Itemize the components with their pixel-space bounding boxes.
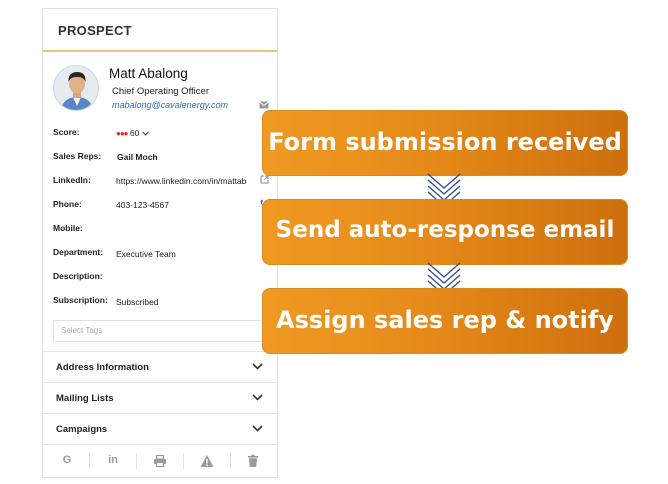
score-dots: ●●● bbox=[116, 129, 128, 138]
section-mailing-lists[interactable]: Mailing Lists bbox=[43, 382, 277, 413]
step-label: Assign sales rep & notify bbox=[276, 306, 614, 334]
chevron-down-icon bbox=[141, 131, 149, 136]
subscription-row: Subscription: Subscribed bbox=[53, 295, 273, 309]
mobile-row: Mobile: bbox=[53, 223, 273, 237]
mobile-label: Mobile: bbox=[53, 223, 83, 233]
score-value-group[interactable]: ●●● 60 bbox=[116, 128, 149, 138]
external-link-icon[interactable] bbox=[260, 175, 269, 184]
mail-icon[interactable] bbox=[259, 101, 269, 109]
score-row: Score: ●●● 60 bbox=[53, 127, 273, 141]
action-bar: G in bbox=[43, 444, 277, 478]
warning-icon[interactable] bbox=[200, 454, 214, 468]
divider bbox=[230, 453, 231, 469]
chevron-down-icon bbox=[252, 363, 263, 370]
prospect-name: Matt Abalong bbox=[109, 66, 188, 81]
divider bbox=[89, 453, 90, 469]
prospect-job-title: Chief Operating Officer bbox=[112, 86, 209, 97]
workflow-step-assign-rep: Assign sales rep & notify bbox=[262, 288, 628, 354]
description-row: Description: bbox=[53, 271, 273, 285]
linkedin-value[interactable]: https://www.linkedin.com/in/mattab bbox=[116, 176, 261, 186]
sales-reps-value[interactable]: Gail Moch bbox=[117, 152, 158, 162]
phone-label: Phone: bbox=[53, 199, 82, 209]
step-label: Form submission received bbox=[268, 128, 622, 156]
google-icon[interactable]: G bbox=[60, 454, 74, 468]
section-label: Mailing Lists bbox=[56, 393, 114, 404]
subscription-label: Subscription: bbox=[53, 295, 108, 305]
step-label: Send auto-response email bbox=[275, 217, 615, 243]
linkedin-label: LinkedIn: bbox=[53, 175, 91, 185]
divider bbox=[136, 453, 137, 469]
section-label: Campaigns bbox=[56, 424, 108, 435]
linkedin-icon[interactable]: in bbox=[106, 454, 120, 468]
section-campaigns[interactable]: Campaigns bbox=[43, 413, 277, 444]
description-label: Description: bbox=[53, 271, 103, 281]
print-icon[interactable] bbox=[153, 454, 167, 468]
prospect-email-link[interactable]: mabalong@cavalenergy.com bbox=[112, 100, 228, 110]
chevron-down-icon bbox=[252, 425, 263, 432]
department-row: Department: Executive Team bbox=[53, 247, 273, 261]
section-label: Address Information bbox=[56, 362, 149, 373]
score-label: Score: bbox=[53, 127, 80, 137]
avatar[interactable] bbox=[53, 65, 99, 111]
prospect-card: PROSPECT Matt Abalong Chief Operating Of… bbox=[42, 8, 278, 478]
card-title: PROSPECT bbox=[58, 23, 132, 38]
phone-value[interactable]: 403-123-4567 bbox=[116, 200, 169, 210]
profile-summary: Matt Abalong Chief Operating Officer mab… bbox=[53, 65, 273, 121]
department-label: Department: bbox=[53, 247, 104, 257]
sales-reps-label: Sales Reps: bbox=[53, 151, 102, 161]
sales-reps-row: Sales Reps: Gail Moch bbox=[53, 151, 273, 165]
trash-icon[interactable] bbox=[246, 454, 260, 468]
workflow-step-form-submission: Form submission received bbox=[262, 110, 628, 176]
department-value[interactable]: Executive Team bbox=[116, 249, 176, 259]
divider bbox=[183, 453, 184, 469]
tags-input[interactable]: Select Tags bbox=[53, 320, 268, 342]
subscription-value[interactable]: Subscribed bbox=[116, 297, 159, 307]
linkedin-row: LinkedIn: https://www.linkedin.com/in/ma… bbox=[53, 175, 273, 189]
chevron-down-icon bbox=[252, 394, 263, 401]
section-address-information[interactable]: Address Information bbox=[43, 351, 277, 382]
workflow-step-auto-response: Send auto-response email bbox=[262, 199, 628, 265]
phone-row: Phone: 403-123-4567 bbox=[53, 199, 273, 213]
tags-placeholder: Select Tags bbox=[61, 326, 103, 335]
card-header: PROSPECT bbox=[43, 9, 277, 52]
score-value: 60 bbox=[129, 128, 140, 138]
